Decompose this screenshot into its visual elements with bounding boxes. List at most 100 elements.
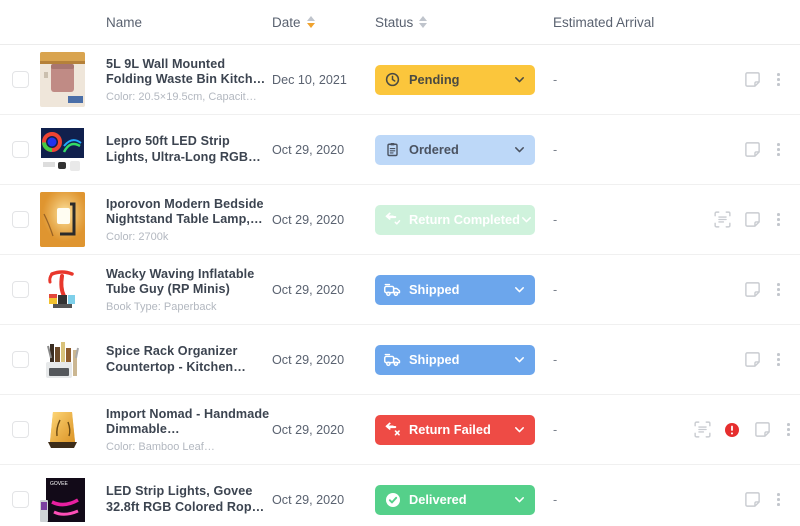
table-row[interactable]: GOVEE LED Strip Lights, Govee 32.8ft RGB… — [0, 465, 800, 526]
product-info-cell: 5L 9L Wall Mounted Folding Waste Bin Kit… — [106, 57, 272, 103]
status-cell: Pending — [375, 64, 553, 95]
more-options-icon[interactable] — [773, 211, 784, 228]
order-date: Oct 29, 2020 — [272, 142, 345, 157]
order-date-cell: Dec 10, 2021 — [272, 71, 375, 89]
estimated-arrival-cell: - — [553, 141, 693, 159]
note-icon[interactable] — [743, 141, 761, 159]
note-icon[interactable] — [743, 491, 761, 509]
status-badge-dropdown[interactable]: Pending — [375, 64, 535, 95]
row-checkbox[interactable] — [11, 351, 29, 368]
row-checkbox[interactable] — [11, 211, 29, 228]
estimated-arrival-value: - — [553, 282, 558, 297]
status-label: Return Failed — [409, 422, 491, 437]
more-options-icon[interactable] — [773, 351, 784, 368]
chevron-down-icon[interactable] — [513, 143, 526, 156]
chevron-down-icon[interactable] — [513, 353, 526, 366]
sort-descending-icon — [306, 23, 315, 28]
status-badge-dropdown[interactable]: Return Failed — [375, 414, 535, 445]
status-badge-dropdown[interactable]: Shipped — [375, 274, 535, 305]
note-icon[interactable] — [743, 211, 761, 229]
table-row[interactable]: Iporovon Modern Bedside Nightstand Table… — [0, 185, 800, 255]
order-date-cell: Oct 29, 2020 — [272, 141, 375, 159]
column-header-date-label: Date — [272, 14, 301, 30]
row-checkbox[interactable] — [11, 281, 29, 298]
column-header-status[interactable]: Status — [375, 15, 553, 30]
row-checkbox[interactable] — [11, 71, 29, 88]
return-arrow-check-icon — [384, 211, 401, 228]
product-name: Iporovon Modern Bedside Nightstand Table… — [106, 196, 264, 227]
table-row[interactable]: Import Nomad - Handmade Dimmable… Color:… — [0, 395, 800, 465]
product-name: LED Strip Lights, Govee 32.8ft RGB Color… — [106, 484, 265, 514]
table-body: 5L 9L Wall Mounted Folding Waste Bin Kit… — [0, 45, 800, 526]
clipboard-icon — [384, 141, 401, 158]
estimated-arrival-value: - — [553, 72, 558, 87]
order-date-cell: Oct 29, 2020 — [272, 491, 375, 509]
status-badge-dropdown[interactable]: Ordered — [375, 134, 535, 165]
column-header-date[interactable]: Date — [272, 15, 375, 30]
table-row[interactable]: Wacky Waving Inflatable Tube Guy (RP Min… — [0, 255, 800, 325]
led-strip-box-thumbnail — [40, 122, 85, 177]
order-date: Oct 29, 2020 — [272, 422, 345, 437]
row-checkbox[interactable] — [11, 421, 29, 438]
product-thumbnail-cell — [40, 262, 106, 317]
column-header-estimated-arrival[interactable]: Estimated Arrival — [553, 15, 693, 30]
product-thumbnail-cell — [40, 122, 106, 177]
chevron-down-icon[interactable] — [513, 423, 526, 436]
estimated-arrival-cell: - — [553, 211, 693, 229]
more-options-icon[interactable] — [773, 281, 784, 298]
note-icon[interactable] — [753, 421, 771, 439]
more-options-icon[interactable] — [783, 421, 794, 438]
status-cell: Return Completed — [375, 204, 553, 235]
product-info-cell: LED Strip Lights, Govee 32.8ft RGB Color… — [106, 484, 272, 515]
product-info-cell: Spice Rack Organizer Countertop - Kitche… — [106, 344, 272, 375]
chevron-down-icon[interactable] — [513, 493, 526, 506]
table-row[interactable]: Lepro 50ft LED Strip Lights, Ultra-Long … — [0, 115, 800, 185]
status-label: Delivered — [409, 492, 467, 507]
status-cell: Ordered — [375, 134, 553, 165]
chevron-down-icon[interactable] — [513, 283, 526, 296]
note-icon[interactable] — [743, 351, 761, 369]
estimated-arrival-value: - — [553, 142, 558, 157]
table-row[interactable]: 5L 9L Wall Mounted Folding Waste Bin Kit… — [0, 45, 800, 115]
more-options-icon[interactable] — [773, 71, 784, 88]
row-actions-cell — [693, 491, 788, 509]
status-label: Return Completed — [409, 212, 520, 227]
row-checkbox-cell — [0, 491, 40, 508]
row-checkbox[interactable] — [11, 491, 29, 508]
estimated-arrival-value: - — [553, 352, 558, 367]
scan-document-icon[interactable] — [693, 421, 711, 439]
row-checkbox-cell — [0, 71, 40, 88]
order-date: Oct 29, 2020 — [272, 282, 345, 297]
product-variant: Color: 20.5×19.5cm, Capacit… — [106, 90, 257, 103]
status-cell: Shipped — [375, 274, 553, 305]
status-badge-dropdown[interactable]: Delivered — [375, 484, 535, 515]
status-badge-dropdown[interactable]: Return Completed — [375, 204, 535, 235]
alert-error-icon[interactable] — [723, 421, 741, 439]
table-row[interactable]: Spice Rack Organizer Countertop - Kitche… — [0, 325, 800, 395]
scan-document-icon[interactable] — [713, 211, 731, 229]
sort-ascending-icon — [419, 16, 428, 21]
product-info-cell: Import Nomad - Handmade Dimmable… Color:… — [106, 407, 272, 453]
chevron-down-icon[interactable] — [513, 73, 526, 86]
chevron-down-icon[interactable] — [520, 213, 533, 226]
row-checkbox[interactable] — [11, 141, 29, 158]
product-info-cell: Iporovon Modern Bedside Nightstand Table… — [106, 197, 272, 243]
sort-icon-status[interactable] — [419, 16, 428, 28]
bamboo-lamp-thumbnail — [40, 402, 85, 457]
table-header-row: Name Date Status Estimated Arrival — [0, 0, 800, 45]
sort-icon-date[interactable] — [306, 16, 315, 28]
product-name: Lepro 50ft LED Strip Lights, Ultra-Long … — [106, 134, 261, 164]
column-header-name[interactable]: Name — [106, 15, 272, 30]
status-badge-dropdown[interactable]: Shipped — [375, 344, 535, 375]
clock-icon — [384, 71, 401, 88]
note-icon[interactable] — [743, 71, 761, 89]
more-options-icon[interactable] — [773, 141, 784, 158]
estimated-arrival-cell: - — [553, 351, 693, 369]
more-options-icon[interactable] — [773, 491, 784, 508]
row-checkbox-cell — [0, 281, 40, 298]
estimated-arrival-cell: - — [553, 71, 693, 89]
note-icon[interactable] — [743, 281, 761, 299]
status-label: Shipped — [409, 352, 460, 367]
status-label: Pending — [409, 72, 460, 87]
product-thumbnail-cell — [40, 402, 106, 457]
